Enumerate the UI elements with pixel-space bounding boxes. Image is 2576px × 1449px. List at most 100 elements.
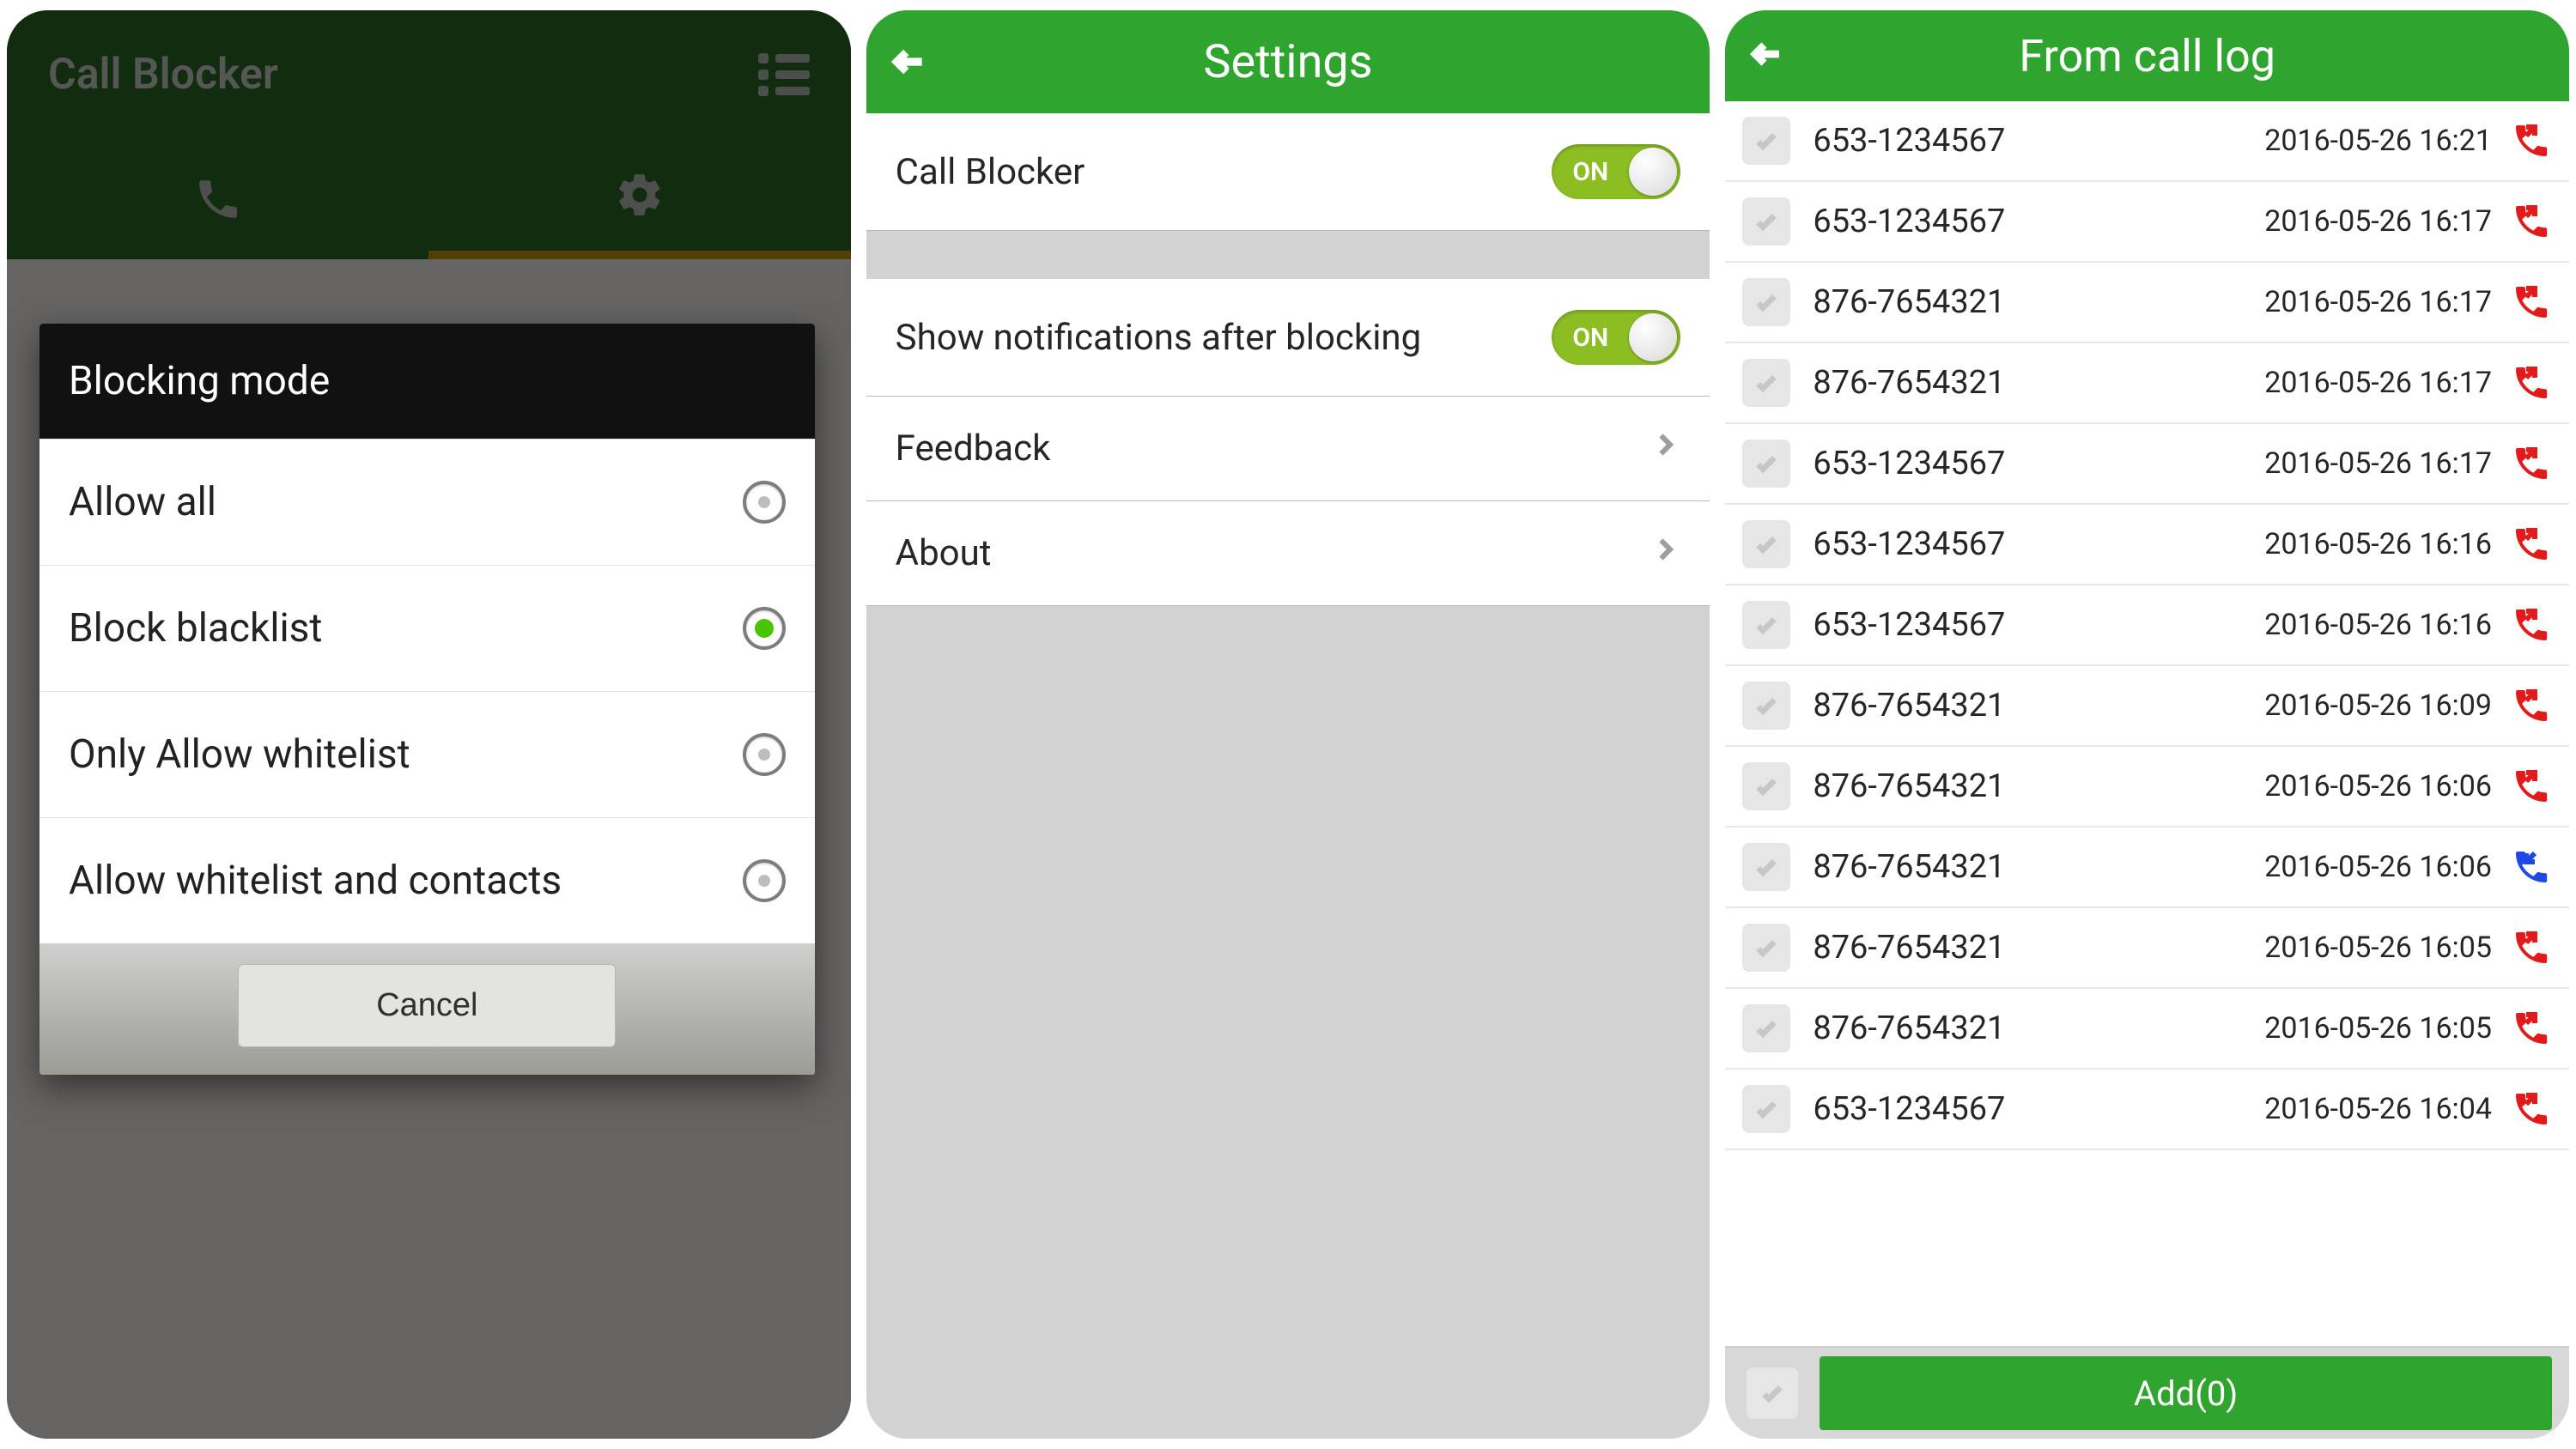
check-icon	[1759, 1379, 1786, 1407]
outgoing-call-icon	[2511, 1008, 2552, 1049]
outgoing-call-icon	[2511, 766, 2552, 807]
call-time: 2016-05-26 16:05	[2264, 931, 2492, 965]
radio-icon	[743, 733, 786, 776]
call-log-row[interactable]: 876-7654321 2016-05-26 16:06	[1725, 747, 2569, 828]
call-time: 2016-05-26 16:17	[2264, 204, 2492, 239]
option-allow-all[interactable]: Allow all	[39, 439, 815, 565]
cancel-button[interactable]: Cancel	[238, 964, 616, 1047]
check-icon	[1753, 1095, 1780, 1123]
call-time: 2016-05-26 16:16	[2264, 527, 2492, 561]
call-log-list[interactable]: 653-1234567 2016-05-26 16:21 653-1234567…	[1725, 101, 2569, 1346]
call-time: 2016-05-26 16:06	[2264, 769, 2492, 803]
call-log-row[interactable]: 653-1234567 2016-05-26 16:21	[1725, 101, 2569, 182]
radio-icon	[743, 481, 786, 524]
row-checkbox[interactable]	[1742, 762, 1790, 810]
call-log-row[interactable]: 876-7654321 2016-05-26 16:05	[1725, 908, 2569, 989]
option-label: Only Allow whitelist	[69, 731, 410, 778]
toggle-notifications[interactable]: ON	[1552, 310, 1680, 365]
screen-blocking-mode: Call Blocker Blocking mode Allow all Blo…	[7, 10, 851, 1439]
outgoing-call-icon	[2511, 685, 2552, 726]
row-label: Feedback	[896, 427, 1051, 470]
call-log-row[interactable]: 876-7654321 2016-05-26 16:17	[1725, 263, 2569, 343]
row-checkbox[interactable]	[1742, 1004, 1790, 1052]
toggle-label: ON	[1572, 323, 1608, 353]
select-all-checkbox[interactable]	[1725, 1348, 1820, 1439]
outgoing-call-icon	[2511, 201, 2552, 242]
row-checkbox[interactable]	[1742, 601, 1790, 649]
outgoing-call-icon	[2511, 524, 2552, 565]
phone-number: 653-1234567	[1813, 606, 2264, 644]
footer-bar: Add(0)	[1725, 1346, 2569, 1439]
call-log-row[interactable]: 876-7654321 2016-05-26 16:09	[1725, 666, 2569, 747]
outgoing-call-icon	[2511, 362, 2552, 403]
call-log-row[interactable]: 876-7654321 2016-05-26 16:06	[1725, 828, 2569, 908]
toggle-call-blocker[interactable]: ON	[1552, 144, 1680, 199]
screen-settings: Settings Call Blocker ON Show notificati…	[866, 10, 1710, 1439]
outgoing-call-icon	[2511, 282, 2552, 323]
row-checkbox[interactable]	[1742, 520, 1790, 568]
row-checkbox[interactable]	[1742, 682, 1790, 730]
call-log-row[interactable]: 653-1234567 2016-05-26 16:17	[1725, 182, 2569, 263]
toggle-knob	[1629, 313, 1677, 361]
dialog-title: Blocking mode	[39, 324, 815, 439]
chevron-right-icon	[1649, 427, 1680, 470]
add-button[interactable]: Add(0)	[1820, 1356, 2552, 1430]
call-log-row[interactable]: 876-7654321 2016-05-26 16:05	[1725, 989, 2569, 1070]
phone-number: 876-7654321	[1813, 848, 2264, 886]
row-checkbox[interactable]	[1742, 359, 1790, 407]
check-icon	[1753, 450, 1780, 477]
call-log-row[interactable]: 653-1234567 2016-05-26 16:17	[1725, 424, 2569, 505]
row-checkbox[interactable]	[1742, 1085, 1790, 1133]
call-log-row[interactable]: 653-1234567 2016-05-26 16:16	[1725, 585, 2569, 666]
row-checkbox[interactable]	[1742, 197, 1790, 246]
call-log-row[interactable]: 876-7654321 2016-05-26 16:17	[1725, 343, 2569, 424]
call-log-row[interactable]: 653-1234567 2016-05-26 16:04	[1725, 1070, 2569, 1150]
check-icon	[1753, 1015, 1780, 1042]
check-icon	[1753, 934, 1780, 961]
row-checkbox[interactable]	[1742, 440, 1790, 488]
check-icon	[1753, 773, 1780, 800]
row-checkbox[interactable]	[1742, 843, 1790, 891]
dialog-footer: Cancel	[39, 943, 815, 1075]
row-label: Call Blocker	[896, 151, 1085, 193]
check-icon	[1753, 611, 1780, 639]
phone-number: 653-1234567	[1813, 203, 2264, 240]
outgoing-call-icon	[2511, 604, 2552, 646]
phone-number: 876-7654321	[1813, 929, 2264, 967]
option-whitelist-contacts[interactable]: Allow whitelist and contacts	[39, 817, 815, 943]
row-checkbox[interactable]	[1742, 924, 1790, 972]
phone-number: 653-1234567	[1813, 445, 2264, 482]
call-time: 2016-05-26 16:21	[2264, 124, 2492, 158]
option-only-whitelist[interactable]: Only Allow whitelist	[39, 691, 815, 817]
app-bar: Settings	[866, 10, 1710, 113]
phone-number: 876-7654321	[1813, 767, 2264, 805]
option-label: Block blacklist	[69, 605, 322, 652]
chevron-right-icon	[1649, 532, 1680, 574]
phone-number: 653-1234567	[1813, 122, 2264, 160]
phone-number: 876-7654321	[1813, 283, 2264, 321]
check-icon	[1753, 530, 1780, 558]
phone-number: 876-7654321	[1813, 1009, 2264, 1047]
phone-number: 876-7654321	[1813, 687, 2264, 724]
call-log-row[interactable]: 653-1234567 2016-05-26 16:16	[1725, 505, 2569, 585]
row-feedback[interactable]: Feedback	[866, 397, 1710, 501]
row-about[interactable]: About	[866, 501, 1710, 606]
row-checkbox[interactable]	[1742, 117, 1790, 165]
phone-number: 876-7654321	[1813, 364, 2264, 402]
row-checkbox[interactable]	[1742, 278, 1790, 326]
row-label: About	[896, 532, 992, 574]
phone-number: 653-1234567	[1813, 1090, 2264, 1128]
row-call-blocker[interactable]: Call Blocker ON	[866, 113, 1710, 231]
check-icon	[1753, 369, 1780, 397]
call-time: 2016-05-26 16:17	[2264, 446, 2492, 481]
page-title: From call log	[1725, 30, 2569, 82]
row-notifications[interactable]: Show notifications after blocking ON	[866, 279, 1710, 397]
call-time: 2016-05-26 16:04	[2264, 1092, 2492, 1126]
option-block-blacklist[interactable]: Block blacklist	[39, 565, 815, 691]
phone-number: 653-1234567	[1813, 525, 2264, 563]
call-time: 2016-05-26 16:17	[2264, 285, 2492, 319]
blocking-mode-dialog: Blocking mode Allow all Block blacklist …	[39, 324, 815, 1075]
toggle-knob	[1629, 148, 1677, 196]
row-label: Show notifications after blocking	[896, 317, 1422, 359]
call-time: 2016-05-26 16:06	[2264, 850, 2492, 884]
